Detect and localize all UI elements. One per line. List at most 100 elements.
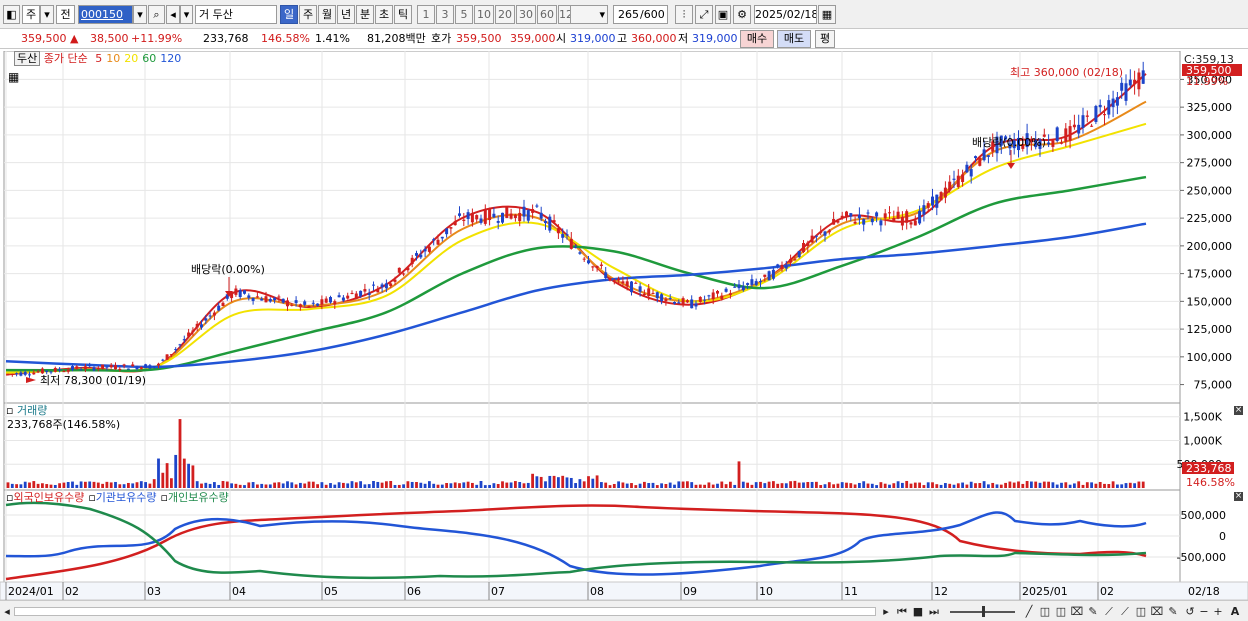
speaker-icon[interactable]: ◂ (166, 5, 180, 24)
draw-line-icon[interactable]: ⤢ (695, 5, 713, 24)
buy-button[interactable]: 매수 (740, 30, 774, 48)
low-annotation: 최저 78,300 (01/19) (40, 374, 146, 387)
period-button-2[interactable]: 월 (318, 5, 336, 24)
candle-body (62, 371, 66, 373)
volume-bar (376, 481, 380, 488)
volume-close-icon[interactable]: × (1234, 406, 1243, 415)
candle-body (1120, 82, 1124, 91)
period-button-0[interactable]: 일 (280, 5, 298, 24)
candle-body (260, 298, 264, 301)
font-size-icon[interactable]: A (1228, 604, 1242, 619)
search-icon[interactable]: ⌕ (148, 5, 165, 24)
market-select[interactable]: 주 (22, 5, 40, 24)
evaluate-button[interactable]: 평 (815, 30, 835, 48)
drawing-tool-icon-7[interactable]: ⟋ (1118, 604, 1132, 619)
stock-code-input[interactable]: 000150 (78, 5, 133, 24)
volume-bar (264, 484, 268, 488)
zoom-slider-handle[interactable] (982, 606, 985, 617)
interval-button-1[interactable]: 1 (417, 5, 435, 24)
drawing-tool-icon-3[interactable]: ◫ (1054, 604, 1068, 619)
high-annotation: 최고 360,000 (02/18) (1010, 66, 1123, 79)
interval-button-5[interactable]: 5 (455, 5, 473, 24)
ma-period-20[interactable]: 20 (124, 52, 138, 65)
volume-bar (182, 458, 186, 488)
chart-area[interactable]: 2024/01 02 03 04 05 06 07 08 09 10 11 12 2025/01 02 02… (0, 50, 1248, 621)
volume-bar (320, 482, 324, 488)
volume-bar (28, 482, 31, 488)
volume-panel-icon: ▫ (6, 404, 14, 417)
code-dropdown-icon[interactable]: ▾ (133, 5, 147, 24)
calendar-icon[interactable]: ▦ (818, 5, 836, 24)
ma-period-10[interactable]: 10 (106, 52, 120, 65)
speaker-dropdown-icon[interactable]: ▾ (180, 5, 193, 24)
interval-button-20[interactable]: 20 (495, 5, 515, 24)
fast-forward-icon[interactable]: ⏭ (927, 604, 941, 619)
holdings-close-icon[interactable]: × (1234, 492, 1243, 501)
candle-body (475, 215, 479, 220)
save-icon[interactable]: ▣ (715, 5, 731, 24)
drawing-tool-icon-8[interactable]: ◫ (1134, 604, 1148, 619)
period-button-5[interactable]: 초 (375, 5, 393, 24)
sell-button[interactable]: 매도 (777, 30, 811, 48)
stock-name-field[interactable]: 거 두산 (195, 5, 277, 24)
reset-icon[interactable]: ↺ (1184, 604, 1196, 619)
volume-bar (587, 476, 590, 488)
ma-period-120[interactable]: 120 (160, 52, 181, 65)
interval-button-30[interactable]: 30 (516, 5, 536, 24)
interval-button-10[interactable]: 10 (474, 5, 494, 24)
candle-body (733, 286, 737, 288)
stock-name: 두산 (212, 8, 233, 21)
volume-bar (23, 481, 27, 488)
period-button-6[interactable]: 틱 (394, 5, 412, 24)
period-button-3[interactable]: 년 (337, 5, 355, 24)
candle-body (806, 242, 810, 246)
volume-bar (694, 484, 698, 488)
chart-canvas[interactable]: 2024/01 02 03 04 05 06 07 08 09 10 11 12 2025/01 02 02… (0, 50, 1248, 601)
drawing-tool-icon-2[interactable]: ◫ (1038, 604, 1052, 619)
holdings-series-label-1[interactable]: 기관보유수량 (96, 491, 157, 504)
ma-period-60[interactable]: 60 (142, 52, 156, 65)
prev-button[interactable]: 전 (56, 5, 75, 24)
candle-body (789, 258, 793, 263)
candle-type-icon[interactable]: ⫶ (675, 5, 693, 24)
candle-body (892, 217, 896, 223)
unit-select[interactable]: ▾ (570, 5, 608, 24)
holdings-series-label-2[interactable]: 개인보유수량 (168, 491, 229, 504)
interval-button-3[interactable]: 3 (436, 5, 454, 24)
gear-icon[interactable]: ⚙ (733, 5, 751, 24)
zoom-in-icon[interactable]: + (1212, 604, 1224, 619)
candle-body (204, 318, 208, 321)
candle-body (165, 354, 169, 360)
count-input[interactable]: 265 (613, 5, 640, 24)
candle-body (66, 369, 70, 372)
interval-button-60[interactable]: 60 (537, 5, 557, 24)
period-button-1[interactable]: 주 (299, 5, 317, 24)
drawing-tool-icon-10[interactable]: ✎ (1166, 604, 1180, 619)
x-axis-label: 03 (147, 585, 161, 598)
market-dropdown-icon[interactable]: ▾ (40, 5, 54, 24)
scroll-track[interactable] (14, 607, 876, 616)
period-button-4[interactable]: 분 (356, 5, 374, 24)
chart-menu-icon[interactable]: ▦ (8, 70, 19, 84)
stop-icon[interactable]: ■ (911, 604, 925, 619)
scroll-right-icon[interactable]: ▸ (880, 604, 892, 619)
volume-bar (634, 485, 638, 488)
scroll-left-icon[interactable]: ◂ (2, 604, 12, 619)
candle-body (208, 315, 212, 317)
candle-body (724, 288, 728, 292)
holdings-series-label-0[interactable]: 외국인보유수량 (13, 491, 84, 504)
drawing-tool-icon-5[interactable]: ✎ (1086, 604, 1100, 619)
drawing-tool-icon-9[interactable]: ⌧ (1150, 604, 1164, 619)
window-menu-icon[interactable]: ◧ (3, 5, 20, 24)
zoom-out-icon[interactable]: − (1198, 604, 1210, 619)
stock-label[interactable]: 두산 (14, 51, 41, 66)
rewind-icon[interactable]: ⏮ (895, 604, 909, 619)
date-input[interactable]: 2025/02/18 (754, 5, 817, 24)
drawing-tool-icon-1[interactable]: ╱ (1022, 604, 1036, 619)
volume-bar (845, 482, 848, 488)
candle-body (294, 300, 298, 304)
drawing-tool-icon-4[interactable]: ⌧ (1070, 604, 1084, 619)
ma-period-5[interactable]: 5 (95, 52, 102, 65)
drawing-tool-icon-6[interactable]: ⟋ (1102, 604, 1116, 619)
volume-bar (363, 484, 367, 488)
